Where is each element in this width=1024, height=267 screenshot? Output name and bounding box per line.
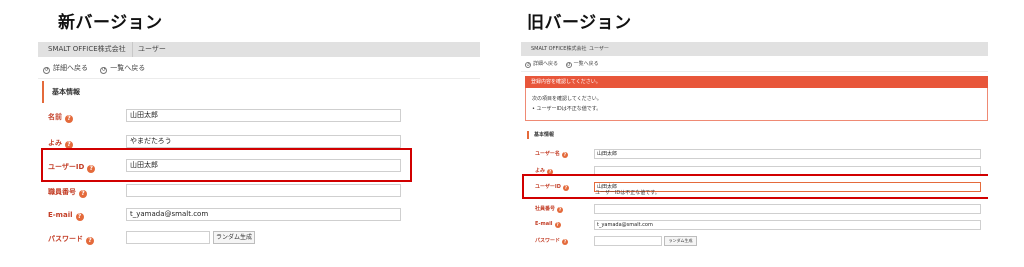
name-input[interactable]: 山田太郎 — [126, 109, 401, 122]
nav-bar: ↺ 詳細へ戻る ↺ 一覧へ戻る — [38, 57, 480, 79]
field-label: 職員番号? — [48, 187, 87, 198]
help-icon[interactable]: ? — [65, 115, 73, 123]
help-icon[interactable]: ? — [561, 152, 568, 158]
section-title: 基本情報 — [42, 81, 480, 103]
old-version-screen: SMALT OFFICE株式会社 ユーザー ↺ 詳細へ戻る ↺ 一覧へ戻る 登録内容… — [521, 42, 988, 252]
breadcrumb: SMALT OFFICE株式会社 ユーザー — [521, 42, 988, 56]
breadcrumb-page[interactable]: ユーザー — [138, 42, 166, 57]
back-to-detail-link[interactable]: ↺ 詳細へ戻る — [525, 56, 558, 72]
field-label: E-mail? — [535, 221, 561, 228]
password-input[interactable] — [126, 231, 210, 244]
highlight-box — [41, 148, 412, 182]
error-intro: 次の項目を確認してください。 — [532, 96, 602, 102]
email-input[interactable]: t_yamada@smalt.com — [126, 208, 401, 221]
circle-arrow-icon: ↺ — [565, 62, 572, 68]
field-label: 社員番号? — [535, 206, 564, 213]
circle-arrow-icon: ↺ — [100, 67, 108, 74]
yomi-input[interactable]: やまだたろう — [126, 135, 401, 148]
field-label: パスワード? — [48, 234, 94, 245]
error-list-item: • ユーザーIDは不正な値です。 — [532, 106, 602, 112]
back-to-detail-link[interactable]: ↺ 詳細へ戻る — [43, 57, 88, 79]
back-to-list-link[interactable]: ↺ 一覧へ戻る — [565, 56, 599, 72]
help-icon[interactable]: ? — [557, 207, 564, 213]
old-version-heading: 旧バージョン — [527, 13, 632, 33]
field-label: E-mail? — [48, 211, 84, 221]
circle-arrow-icon: ↺ — [43, 67, 50, 74]
employee-no-input[interactable] — [594, 204, 981, 214]
nav-bar: ↺ 詳細へ戻る ↺ 一覧へ戻る — [521, 56, 988, 72]
random-generate-button[interactable]: ランダム生成 — [213, 231, 255, 244]
field-label: ユーザー名? — [535, 151, 568, 158]
help-icon[interactable]: ? — [86, 237, 94, 245]
back-to-list-link[interactable]: ↺ 一覧へ戻る — [100, 57, 145, 79]
error-banner: 登録内容を確認してください。 — [525, 76, 988, 88]
section-title: 基本情報 — [527, 131, 554, 139]
help-icon[interactable]: ? — [562, 239, 569, 245]
breadcrumb-separator — [123, 42, 133, 57]
error-details: 次の項目を確認してください。 • ユーザーIDは不正な値です。 — [525, 88, 988, 121]
email-input[interactable]: t_yamada@smalt.com — [594, 220, 981, 230]
help-icon[interactable]: ? — [554, 222, 561, 228]
new-version-heading: 新バージョン — [58, 13, 163, 33]
breadcrumb-page[interactable]: ユーザー — [589, 42, 609, 56]
breadcrumb-company[interactable]: SMALT OFFICE株式会社 — [48, 45, 126, 53]
highlight-box — [522, 174, 988, 199]
new-version-screen: SMALT OFFICE株式会社 ユーザー ↺ 詳細へ戻る ↺ 一覧へ戻る 基本情報… — [38, 42, 480, 252]
breadcrumb-company[interactable]: SMALT OFFICE株式会社 — [531, 46, 586, 52]
field-label: 名前? — [48, 112, 73, 123]
field-label: パスワード? — [535, 238, 569, 245]
employee-no-input[interactable] — [126, 184, 401, 197]
password-input[interactable] — [594, 236, 662, 246]
help-icon[interactable]: ? — [75, 213, 84, 221]
help-icon[interactable]: ? — [79, 190, 87, 198]
name-input[interactable]: 山田太郎 — [594, 149, 981, 159]
breadcrumb: SMALT OFFICE株式会社 ユーザー — [38, 42, 480, 57]
circle-arrow-icon: ↺ — [525, 62, 531, 68]
random-generate-button[interactable]: ランダム生成 — [664, 236, 697, 246]
